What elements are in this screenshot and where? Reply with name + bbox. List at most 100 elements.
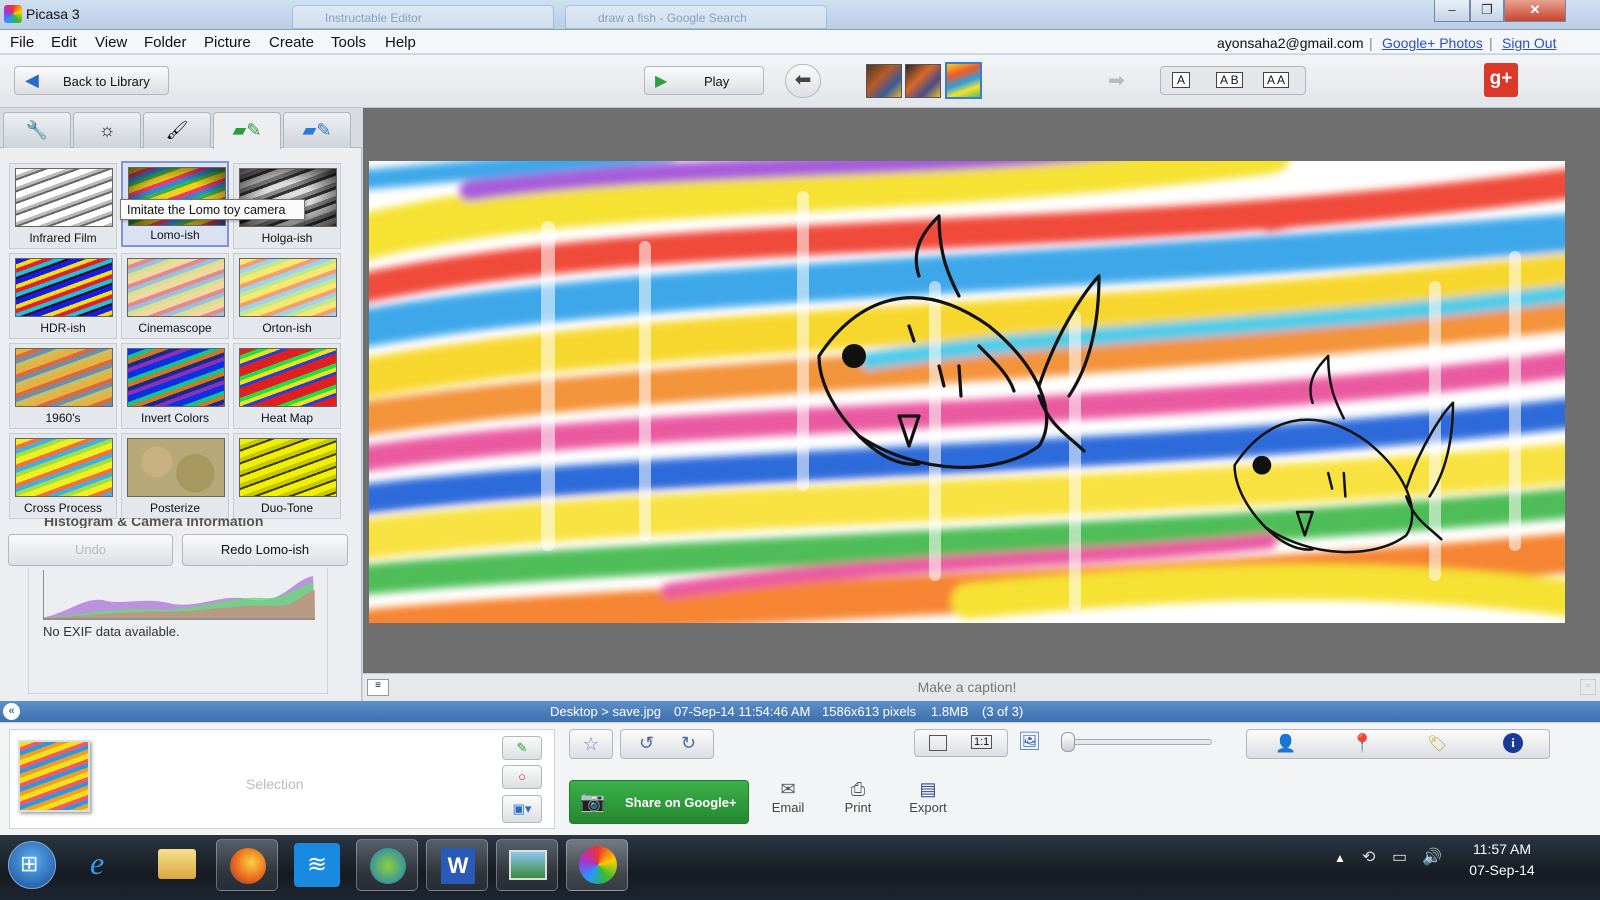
email-button[interactable]: ✉ Email <box>766 779 810 815</box>
taskbar-internet-explorer[interactable]: e <box>76 839 138 891</box>
tab-tuning[interactable]: ☼ <box>73 112 141 148</box>
fit-screen-icon[interactable] <box>929 735 947 751</box>
menu-help[interactable]: Help <box>385 34 416 51</box>
next-photo-button[interactable]: ➡ <box>1108 68 1138 94</box>
effect-preview <box>15 168 113 227</box>
effect-heat-map[interactable]: Heat Map <box>233 343 341 429</box>
network-icon[interactable]: ▭ <box>1392 847 1407 867</box>
histogram-heading: Histogram & Camera Information <box>44 518 264 528</box>
actual-size-button[interactable]: 1:1 <box>971 735 993 749</box>
word-icon: W <box>441 848 475 884</box>
tag-icon[interactable]: 🏷 <box>1427 734 1447 754</box>
collapse-icon[interactable]: « <box>3 703 20 720</box>
taskbar-firefox[interactable] <box>216 839 278 891</box>
export-button[interactable]: ▤ Export <box>903 779 953 815</box>
filmstrip-thumbnail-selected[interactable] <box>945 62 982 99</box>
status-dimensions: 1586x613 pixels <box>822 704 916 719</box>
menu-tools[interactable]: Tools <box>331 34 366 51</box>
caption-input[interactable]: Make a caption! <box>763 679 1171 695</box>
taskbar-picasa[interactable] <box>566 839 628 891</box>
previous-photo-button[interactable]: ⬅ <box>785 64 821 98</box>
effect-infrared-film[interactable]: Infrared Film <box>9 163 117 249</box>
menu-folder[interactable]: Folder <box>144 34 187 51</box>
info-icon[interactable]: i <box>1503 733 1523 753</box>
tab-effects-3[interactable]: ▰✎ <box>283 112 351 148</box>
minimize-button[interactable]: – <box>1434 0 1470 22</box>
edit-panel: 🔧 ☼ 🖌 ▰✎ ▰✎ Infrared Film Lomo-ish Holga… <box>0 108 362 718</box>
play-button[interactable]: ▶ Play <box>644 66 764 95</box>
google-photos-link[interactable]: Google+ Photos <box>1382 35 1483 51</box>
effect-label: 1960's <box>45 411 81 425</box>
menu-bar: File Edit View Folder Picture Create Too… <box>0 30 1600 54</box>
text-mode-double[interactable]: A A <box>1263 72 1290 88</box>
back-to-library-button[interactable]: ◀ Back to Library <box>14 66 169 95</box>
clock-date[interactable]: 07-Sep-14 <box>1460 862 1544 878</box>
share-google-plus-button[interactable]: 📷 Share on Google+ <box>569 780 749 824</box>
effect-orton-ish[interactable]: Orton-ish <box>233 253 341 339</box>
effect-invert-colors[interactable]: Invert Colors <box>121 343 229 429</box>
pin-icon: ✎ <box>516 740 528 755</box>
menu-view[interactable]: View <box>95 34 127 51</box>
start-button[interactable]: ⊞ <box>8 841 56 889</box>
volume-icon[interactable]: 🔊 <box>1422 847 1442 867</box>
filmstrip-thumbnail[interactable] <box>866 64 902 98</box>
text-mode-single[interactable]: A <box>1172 72 1191 88</box>
google-plus-icon[interactable]: g+ <box>1484 63 1518 97</box>
effect-hdr-ish[interactable]: HDR-ish <box>9 253 117 339</box>
menu-separator: | <box>1369 35 1373 51</box>
star-button[interactable]: ☆ <box>569 729 613 759</box>
taskbar-download-manager[interactable] <box>356 839 418 891</box>
effect-cross-process[interactable]: Cross Process <box>9 433 117 519</box>
clock-time[interactable]: 11:57 AM <box>1460 841 1544 857</box>
tab-effects-2[interactable]: ▰✎ <box>213 112 281 149</box>
effect-label: Cross Process <box>23 501 103 515</box>
windows-taskbar: ⊞ e ≋ W ▲ ⟲ ▭ 🔊 11:57 AM 07-Sep-14 <box>0 835 1600 900</box>
effect-duo-tone[interactable]: Duo-Tone <box>233 433 341 519</box>
back-arrow-icon: ◀ <box>25 70 39 90</box>
trash-icon[interactable]: ▫ <box>1580 679 1596 695</box>
effect-label: Cinemascope <box>138 321 212 335</box>
tab-effects-1[interactable]: 🖌 <box>143 112 211 148</box>
people-icon[interactable]: 👤 <box>1275 734 1296 754</box>
effect-posterize[interactable]: Posterize <box>121 433 229 519</box>
menu-separator: | <box>1489 35 1493 51</box>
effect-preview <box>15 438 113 497</box>
filmstrip-thumbnail[interactable] <box>905 64 941 98</box>
show-hidden-icons[interactable]: ▲ <box>1334 851 1346 865</box>
text-mode-two[interactable]: A B <box>1216 72 1243 88</box>
close-button[interactable]: ✕ <box>1504 0 1566 22</box>
taskbar-word[interactable]: W <box>426 839 488 891</box>
print-button[interactable]: ⎙ Print <box>836 779 880 815</box>
menu-file[interactable]: File <box>10 34 34 51</box>
globe-download-icon <box>370 848 406 884</box>
hold-button[interactable]: ✎ <box>502 736 542 760</box>
caption-bar: ≡ Make a caption! ▫ <box>363 673 1600 701</box>
taskbar-explorer[interactable] <box>146 839 208 891</box>
add-to-album-button[interactable]: ▣▾ <box>502 795 542 823</box>
effect-1960s[interactable]: 1960's <box>9 343 117 429</box>
rotate-left-icon[interactable]: ↺ <box>639 733 654 754</box>
caption-toggle-icon[interactable]: ≡ <box>367 679 389 696</box>
tab-basic-fixes[interactable]: 🔧 <box>3 112 71 148</box>
zoom-slider-handle[interactable] <box>1061 732 1075 752</box>
redo-button[interactable]: Redo Lomo-ish <box>182 534 348 566</box>
window-title: Picasa 3 <box>26 6 80 22</box>
menu-picture[interactable]: Picture <box>204 34 251 51</box>
zoom-slider[interactable] <box>1061 732 1212 752</box>
taskbar-wifi[interactable]: ≋ <box>286 839 348 891</box>
info-panel-group: 👤 📍 🏷 i <box>1246 729 1550 759</box>
rotate-right-icon[interactable]: ↻ <box>681 733 696 754</box>
clear-selection-button[interactable]: ○ <box>502 765 542 789</box>
maximize-button[interactable]: ❐ <box>1470 0 1504 22</box>
taskbar-photo-viewer[interactable] <box>496 839 558 891</box>
location-pin-icon[interactable]: 📍 <box>1351 733 1373 754</box>
sync-icon[interactable]: ⟲ <box>1362 847 1375 867</box>
sign-out-link[interactable]: Sign Out <box>1502 35 1556 51</box>
menu-edit[interactable]: Edit <box>51 34 77 51</box>
effect-cinemascope[interactable]: Cinemascope <box>121 253 229 339</box>
photo-canvas[interactable] <box>369 161 1565 623</box>
export-folder-icon: ▤ <box>919 779 937 799</box>
selection-thumbnail[interactable] <box>18 740 90 812</box>
undo-button[interactable]: Undo <box>8 534 173 566</box>
menu-create[interactable]: Create <box>269 34 314 51</box>
